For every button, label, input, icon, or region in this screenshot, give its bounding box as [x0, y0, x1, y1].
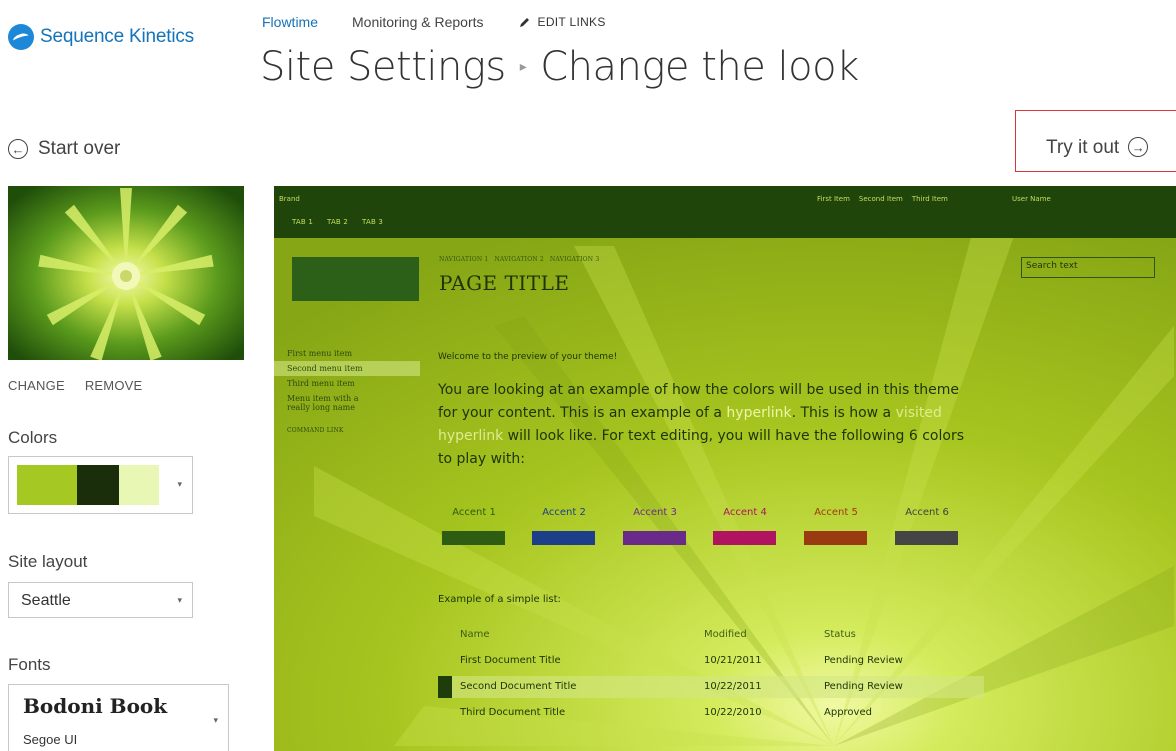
preview-body-text: You are looking at an example of how the… — [438, 379, 978, 471]
color-swatch-3 — [119, 465, 159, 505]
image-actions: CHANGE REMOVE — [8, 378, 142, 393]
preview-top-link: First Item — [817, 195, 850, 203]
preview-tab: TAB 2 — [327, 218, 349, 226]
list-cell: Second Document Title — [460, 681, 577, 692]
preview-logo-placeholder — [292, 257, 419, 301]
accent-swatch — [532, 531, 595, 545]
preview-list-header: Name Modified Status — [438, 624, 984, 646]
site-layout-label: Site layout — [8, 552, 88, 571]
preview-menu-item: Third menu item — [287, 379, 355, 388]
page-title: Site Settings ▸ Change the look — [260, 44, 859, 90]
chevron-down-icon: ▾ — [177, 595, 182, 605]
try-it-out-button[interactable]: Try it out → — [1015, 110, 1176, 172]
row-selection-marker — [438, 676, 452, 698]
fonts-label: Fonts — [8, 655, 51, 674]
site-layout-select[interactable]: Seattle ▾ — [8, 582, 193, 618]
preview-nav-item: NAVIGATION 3 — [549, 256, 600, 263]
brand-name: Sequence Kinetics — [40, 26, 194, 47]
nav-link-monitoring-reports[interactable]: Monitoring & Reports — [352, 14, 484, 30]
preview-top-bar — [274, 186, 1176, 238]
background-image-thumbnail — [8, 186, 244, 360]
start-over-label: Start over — [38, 138, 121, 159]
preview-nav-item: NAVIGATION 2 — [494, 256, 544, 263]
site-logo[interactable]: Sequence Kinetics — [8, 24, 194, 50]
accent-swatch — [895, 531, 958, 545]
chevron-down-icon: ▾ — [213, 715, 218, 725]
preview-list-row: Third Document Title 10/22/2010 Approved — [438, 702, 984, 724]
preview-menu-item: Menu item with a really long name — [287, 394, 359, 412]
site-layout-value: Seattle — [21, 592, 71, 609]
color-swatch-1 — [17, 465, 77, 505]
list-cell: 10/22/2011 — [704, 681, 762, 692]
preview-welcome-text: Welcome to the preview of your theme! — [438, 352, 618, 362]
preview-list-row-selected: Second Document Title 10/22/2011 Pending… — [438, 676, 984, 698]
preview-left-menu: First menu item Second menu item Third m… — [274, 346, 420, 434]
preview-nav-item: NAVIGATION 1 — [439, 256, 489, 263]
preview-list-title: Example of a simple list: — [438, 594, 561, 605]
list-cell: 10/22/2010 — [704, 707, 762, 718]
preview-brand: Brand — [279, 195, 300, 203]
preview-search-box: Search text — [1021, 257, 1155, 278]
font-primary: Bodoni Book — [23, 694, 168, 718]
accent-label: Accent 5 — [814, 507, 858, 518]
font-secondary: Segoe UI — [23, 732, 78, 747]
accent-swatch — [804, 531, 867, 545]
list-cell: First Document Title — [460, 655, 561, 666]
list-cell: Pending Review — [824, 655, 903, 666]
preview-top-link: Third Item — [911, 195, 948, 203]
theme-preview: Brand TAB 1 TAB 2 TAB 3 First Item Secon… — [274, 186, 1176, 751]
list-header-cell: Name — [460, 629, 490, 640]
font-scheme-picker[interactable]: Bodoni Book Segoe UI ▾ — [8, 684, 229, 751]
edit-links-button[interactable]: EDIT LINKS — [518, 14, 606, 30]
colors-label: Colors — [8, 428, 58, 447]
pencil-icon — [519, 17, 529, 27]
try-it-out-label: Try it out — [1046, 137, 1120, 158]
color-swatch-2 — [77, 465, 119, 505]
accent-swatch — [442, 531, 505, 545]
change-image-link[interactable]: CHANGE — [8, 378, 65, 393]
preview-top-link: Second Item — [858, 195, 903, 203]
chevron-down-icon: ▾ — [177, 479, 182, 489]
preview-body-part: will look like. For text editing, you wi… — [438, 428, 965, 467]
preview-page-title: PAGE TITLE — [439, 271, 570, 295]
preview-body-part: . This is how a — [791, 405, 896, 421]
preview-user-name: User Name — [1012, 195, 1051, 203]
preview-tab: TAB 3 — [362, 218, 384, 226]
preview-command-link: COMMAND LINK — [287, 427, 344, 434]
breadcrumb-parent[interactable]: Site Settings — [260, 44, 506, 90]
circle-left-arrow-icon: ← — [8, 139, 28, 159]
accent-label: Accent 6 — [905, 507, 949, 518]
breadcrumb-current: Change the look — [540, 44, 859, 90]
start-over-button[interactable]: ← Start over — [8, 138, 120, 160]
breadcrumb-separator-icon: ▸ — [519, 59, 527, 75]
logo-mark-icon — [8, 24, 34, 50]
list-header-cell: Modified — [704, 629, 747, 640]
edit-links-label: EDIT LINKS — [537, 15, 606, 29]
accent-label: Accent 1 — [452, 507, 496, 518]
list-cell: Approved — [824, 707, 872, 718]
list-header-cell: Status — [824, 629, 856, 640]
accent-swatch — [623, 531, 686, 545]
preview-hyperlink: hyperlink — [726, 405, 792, 421]
preview-navigation: NAVIGATION 1 NAVIGATION 2 NAVIGATION 3 — [439, 256, 599, 263]
preview-menu-item-selected: Second menu item — [274, 361, 420, 376]
nav-link-flowtime[interactable]: Flowtime — [262, 14, 318, 30]
preview-list-row: First Document Title 10/21/2011 Pending … — [438, 650, 984, 672]
list-cell: 10/21/2011 — [704, 655, 762, 666]
accent-label: Accent 3 — [633, 507, 677, 518]
list-cell: Third Document Title — [460, 707, 566, 718]
list-cell: Pending Review — [824, 681, 903, 692]
accent-swatch — [713, 531, 776, 545]
remove-image-link[interactable]: REMOVE — [85, 378, 143, 393]
preview-top-links: First Item Second Item Third Item — [817, 195, 948, 203]
accent-label: Accent 2 — [542, 507, 586, 518]
accent-label: Accent 4 — [723, 507, 767, 518]
circle-right-arrow-icon: → — [1128, 137, 1149, 157]
preview-tabs: TAB 1 TAB 2 TAB 3 — [292, 218, 383, 226]
preview-menu-item: First menu item — [287, 349, 353, 358]
top-nav: Flowtime Monitoring & Reports EDIT LINKS — [262, 14, 606, 30]
color-scheme-picker[interactable]: ▾ — [8, 456, 193, 514]
preview-tab: TAB 1 — [292, 218, 314, 226]
